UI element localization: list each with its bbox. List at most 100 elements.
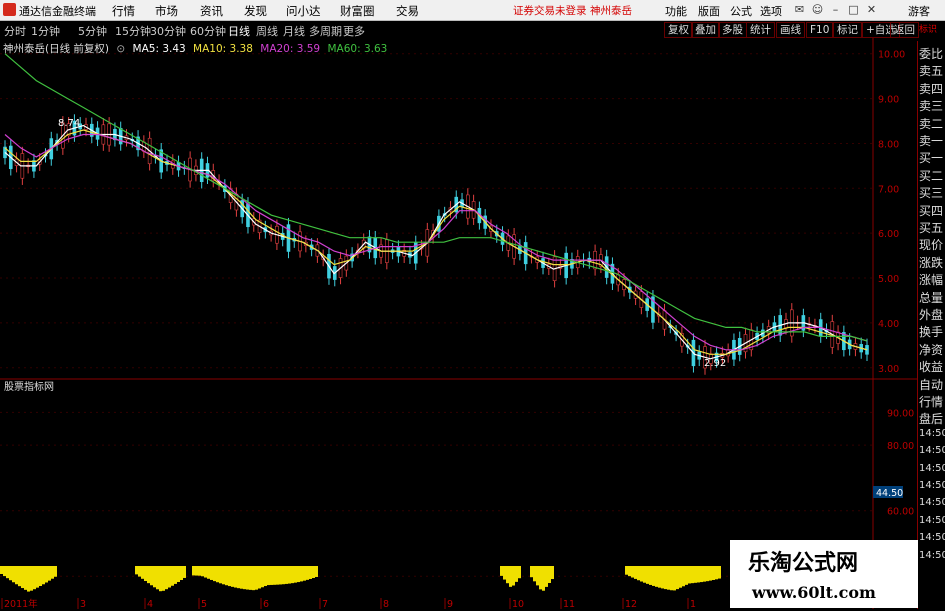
x-tick-label: 7 — [322, 599, 328, 609]
indicator-bar — [177, 566, 180, 582]
side-label: 换手 — [919, 325, 944, 340]
indicator-bar — [183, 566, 186, 578]
side-label: 行情 — [919, 395, 944, 409]
indicator-bar — [15, 566, 18, 585]
maximize-icon[interactable]: □ — [846, 2, 861, 17]
user-icon[interactable]: ☺ — [810, 2, 825, 17]
x-tick-label: 12 — [625, 599, 637, 609]
menu-item-trade[interactable]: 交易 — [396, 3, 419, 19]
draw-button[interactable]: 画线 — [776, 22, 805, 38]
side-label: 14:50 — [919, 462, 945, 474]
side-label: 14:50 — [919, 549, 945, 561]
indicator-bar — [303, 566, 306, 581]
indicator-bar — [267, 566, 270, 586]
indicator-bar — [539, 566, 542, 590]
indicator-bar — [270, 566, 273, 585]
side-label: 涨幅 — [919, 273, 944, 288]
user-guest[interactable]: 游客 — [908, 3, 930, 19]
indicator-bar — [542, 566, 545, 591]
toolbar-function[interactable]: 功能 — [665, 3, 687, 19]
period-more[interactable]: 更多 — [343, 23, 365, 39]
period-60min[interactable]: 60分钟 — [190, 23, 226, 39]
toolbar-layout[interactable]: 版面 — [698, 3, 720, 19]
period-1min[interactable]: 1分钟 — [31, 23, 60, 39]
mail-icon[interactable]: ✉ — [792, 2, 807, 17]
toolbar-formula[interactable]: 公式 — [730, 3, 752, 19]
stats-button[interactable]: 统计 — [746, 22, 775, 38]
login-status[interactable]: 证券交易未登录 — [513, 3, 587, 18]
period-daily[interactable]: 日线 — [228, 23, 250, 39]
y-tick-label: 4.00 — [878, 319, 899, 330]
indicator-bar — [216, 566, 219, 583]
menu-item-wealth[interactable]: 财富圈 — [340, 3, 375, 19]
current-stock: 神州泰岳 — [590, 5, 632, 17]
indicator-bar — [306, 566, 309, 580]
menu-item-ask[interactable]: 问小达 — [286, 3, 321, 19]
menu-item-market[interactable]: 市场 — [155, 3, 178, 19]
back-button[interactable]: 返回 — [890, 22, 919, 38]
indicator-bar — [312, 566, 315, 579]
f10-button[interactable]: F10 — [806, 22, 834, 38]
toolbar-options[interactable]: 选项 — [760, 3, 782, 19]
side-label: 净资 — [919, 342, 944, 357]
indicator-bar — [6, 566, 9, 579]
indicator-bar — [252, 566, 255, 591]
indicator-bar — [688, 566, 691, 584]
menu-item-news[interactable]: 资讯 — [200, 3, 223, 19]
period-bar: 分时 1分钟 5分钟 15分钟 30分钟 60分钟 日线 周线 月线 多周期 更… — [0, 21, 945, 38]
x-tick-label: 6 — [263, 599, 269, 609]
period-multi[interactable]: 多周期 — [309, 23, 342, 39]
x-tick-label: 4 — [147, 599, 153, 609]
indicator-bar — [315, 566, 318, 577]
x-tick-label: 3 — [80, 599, 86, 609]
indicator-bar — [679, 566, 682, 588]
svg-text:www.60lt.com: www.60lt.com — [751, 583, 876, 602]
close-icon[interactable]: ✕ — [864, 2, 879, 17]
indicator-bar — [709, 566, 712, 581]
adjust-button[interactable]: 复权 — [664, 22, 693, 38]
period-15min[interactable]: 15分钟 — [115, 23, 151, 39]
y-tick-label: 3.00 — [878, 364, 899, 375]
indicator-bar — [45, 566, 48, 583]
indicator-bar — [536, 566, 539, 586]
x-tick-label: 8 — [383, 599, 389, 609]
indicator-bar — [171, 566, 174, 586]
menu-item-quotes[interactable]: 行情 — [112, 3, 135, 19]
indicator-bar — [712, 566, 715, 580]
indicator-bar — [670, 566, 673, 591]
indicator-tick-label: 60.00 — [887, 507, 914, 518]
x-tick-label: 11 — [563, 599, 575, 609]
side-label: 14:50 — [919, 445, 945, 457]
side-label: 涨跌 — [919, 255, 944, 270]
minimize-icon[interactable]: – — [828, 2, 843, 17]
indicator-bar — [649, 566, 652, 585]
side-label: 14:50 — [919, 480, 945, 491]
period-tick[interactable]: 分时 — [4, 23, 26, 39]
indicator-bar — [637, 566, 640, 581]
period-weekly[interactable]: 周线 — [256, 23, 278, 39]
indicator-bar — [135, 566, 138, 575]
menu-item-discover[interactable]: 发现 — [244, 3, 267, 19]
indicator-bar — [174, 566, 177, 584]
indicator-bar — [207, 566, 210, 579]
period-monthly[interactable]: 月线 — [283, 23, 305, 39]
indicator-bar — [276, 566, 279, 585]
indicator-bar — [30, 566, 33, 591]
side-label: 外盘 — [919, 308, 944, 322]
side-label: 买三 — [919, 186, 944, 201]
multi-stock-button[interactable]: 多股 — [718, 22, 747, 38]
indicator-bar — [33, 566, 36, 590]
indicator-bar — [279, 566, 282, 585]
period-5min[interactable]: 5分钟 — [78, 23, 107, 39]
kline-chart[interactable]: 10.00 9.00 8.00 7.00 6.00 5.00 4.00 3.00 90.00 8… — [0, 38, 917, 609]
period-30min[interactable]: 30分钟 — [150, 23, 186, 39]
side-label: 卖一 — [919, 134, 944, 148]
indicator-bar — [530, 566, 533, 578]
mark-button[interactable]: 标记 — [833, 22, 862, 38]
ma-lines — [4, 53, 868, 360]
side-label: 总量 — [919, 290, 944, 305]
indicator-bar — [204, 566, 207, 578]
indicator-bar — [165, 566, 168, 590]
overlay-button[interactable]: 叠加 — [691, 22, 720, 38]
indicator-bar — [509, 566, 512, 587]
